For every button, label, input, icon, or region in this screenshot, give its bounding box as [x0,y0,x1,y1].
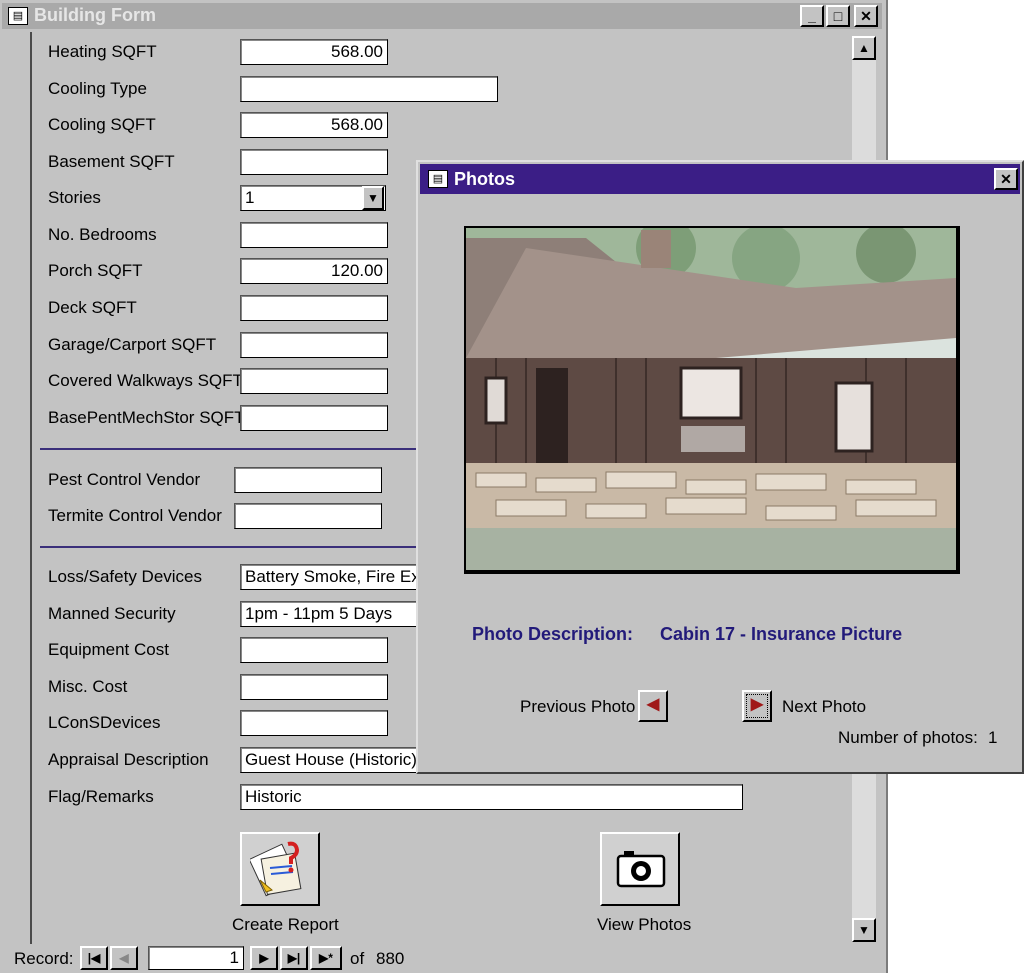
next-record-icon[interactable]: ▶ [250,946,278,970]
next-photo-button[interactable]: ▶ [742,690,772,722]
first-record-icon[interactable]: |◀ [80,946,108,970]
cabin-photo [466,228,956,570]
lconsdevices-label: LConSDevices [48,713,161,732]
appraisal-field[interactable]: Guest House (Historic), [240,747,440,773]
flag-remarks-field[interactable]: Historic [240,784,743,810]
close-icon[interactable]: ✕ [994,168,1018,190]
section-divider [40,448,420,450]
new-record-icon[interactable]: ▶* [310,946,342,970]
misc-cost-field[interactable] [240,674,388,700]
main-title-bar[interactable]: ▤ Building Form _ □ ✕ [2,3,882,29]
deck-sqft-field[interactable] [240,295,388,321]
record-total: 880 [376,949,405,968]
equipment-cost-label: Equipment Cost [48,640,169,659]
manned-security-label: Manned Security [48,604,176,623]
report-icon [250,841,302,897]
flag-remarks-label: Flag/Remarks [48,787,154,806]
stories-label: Stories [48,188,101,207]
minimize-icon[interactable]: _ [800,5,824,27]
view-photos-label: View Photos [597,915,692,934]
number-of-photos-value: 1 [988,728,998,747]
scroll-up-icon[interactable]: ▲ [852,36,876,60]
pest-vendor-label: Pest Control Vendor [48,470,201,489]
porch-sqft-field[interactable]: 120.00 [240,258,388,284]
photo-description-label: Photo Description: [472,624,633,644]
photo-description-value: Cabin 17 - Insurance Picture [660,624,903,644]
loss-safety-field[interactable]: Battery Smoke, Fire Exti [240,564,440,590]
heating-sqft-field[interactable]: 568.00 [240,39,388,65]
previous-photo-button[interactable]: ◀ [638,690,668,722]
scroll-down-icon[interactable]: ▼ [852,918,876,942]
camera-icon [616,851,666,888]
record-number-field[interactable]: 1 [148,946,244,970]
loss-safety-label: Loss/Safety Devices [48,567,203,586]
basement-sqft-field[interactable] [240,149,388,175]
previous-photo-label: Previous Photo [520,697,636,716]
record-selector-bar [30,32,32,944]
create-report-button[interactable] [240,832,320,906]
cooling-type-label: Cooling Type [48,79,147,98]
section-divider [40,546,420,548]
misc-cost-label: Misc. Cost [48,677,128,696]
close-icon[interactable]: ✕ [854,5,878,27]
record-label: Record: [14,949,74,968]
stories-value: 1 [245,188,255,207]
lconsdevices-field[interactable] [240,710,388,736]
basepent-field[interactable] [240,405,388,431]
deck-sqft-label: Deck SQFT [48,298,137,317]
garage-sqft-label: Garage/Carport SQFT [48,335,217,354]
basement-sqft-label: Basement SQFT [48,152,175,171]
cooling-type-field[interactable] [240,76,498,102]
cooling-sqft-label: Cooling SQFT [48,115,156,134]
last-record-icon[interactable]: ▶| [280,946,308,970]
appraisal-label: Appraisal Description [48,750,209,769]
garage-sqft-field[interactable] [240,332,388,358]
form-icon: ▤ [428,170,448,188]
main-window-title: Building Form [34,5,156,25]
create-report-label: Create Report [232,915,339,934]
cooling-sqft-field[interactable]: 568.00 [240,112,388,138]
termite-vendor-field[interactable] [234,503,382,529]
pest-vendor-field[interactable] [234,467,382,493]
photos-window: ▤ Photos ✕ Photo Description: Cabin 17 -… [416,160,1024,774]
manned-security-field[interactable]: 1pm - 11pm 5 Days [240,601,440,627]
maximize-icon[interactable]: □ [826,5,850,27]
bedrooms-field[interactable] [240,222,388,248]
covered-walkways-label: Covered Walkways SQFT [48,371,243,390]
basepent-label: BasePentMechStor SQFT [48,408,245,427]
covered-walkways-field[interactable] [240,368,388,394]
next-photo-label: Next Photo [782,697,867,716]
bedrooms-label: No. Bedrooms [48,225,157,244]
form-icon: ▤ [8,7,28,25]
record-of-label: of [350,949,365,968]
porch-sqft-label: Porch SQFT [48,261,143,280]
number-of-photos-label: Number of photos: [838,728,978,747]
prev-record-icon[interactable]: ◀ [110,946,138,970]
photo-frame [464,226,960,574]
photos-title-bar[interactable]: ▤ Photos ✕ [420,164,1020,194]
termite-vendor-label: Termite Control Vendor [48,506,222,525]
view-photos-button[interactable] [600,832,680,906]
heating-sqft-label: Heating SQFT [48,42,157,61]
chevron-down-icon[interactable]: ▼ [362,186,384,210]
photos-window-title: Photos [454,169,515,189]
equipment-cost-field[interactable] [240,637,388,663]
